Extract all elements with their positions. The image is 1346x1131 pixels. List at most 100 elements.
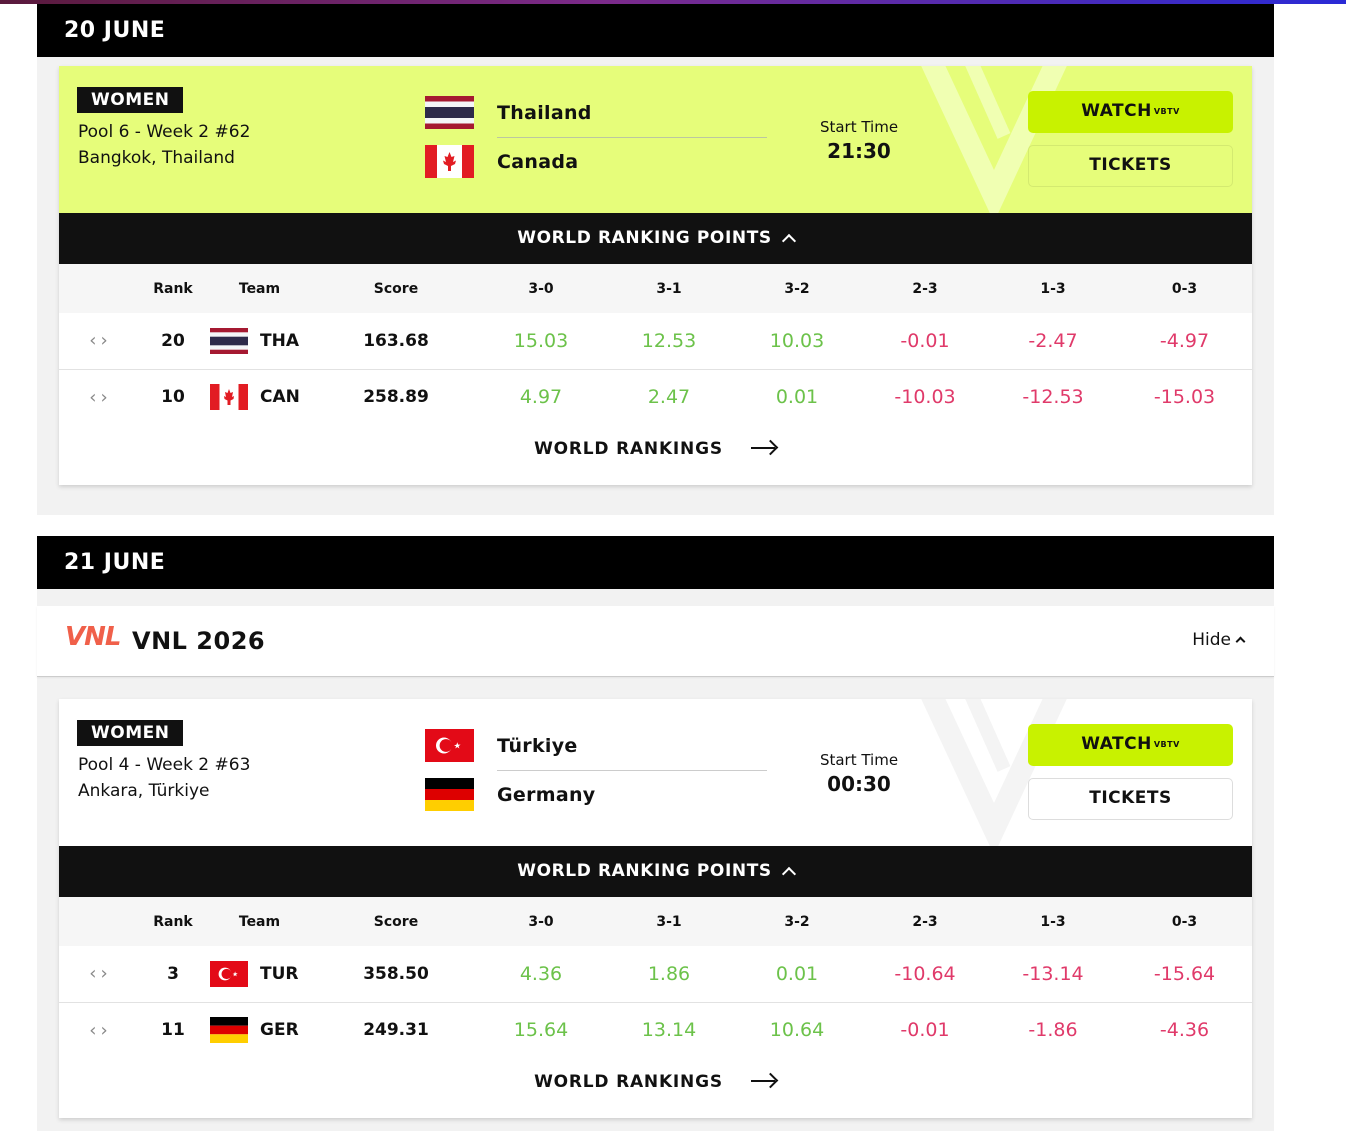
volleyball-watermark-icon bbox=[921, 66, 1067, 213]
ranking-points-toggle[interactable]: WORLD RANKING POINTS bbox=[59, 846, 1252, 897]
hide-label: Hide bbox=[1192, 630, 1231, 650]
col-1-3: 1-3 bbox=[989, 264, 1117, 313]
match-location: Ankara, Türkiye bbox=[78, 781, 210, 801]
points-0-3: -4.36 bbox=[1159, 1019, 1210, 1042]
points-1-3: -12.53 bbox=[1022, 386, 1084, 409]
vnl-logo-icon: VNL bbox=[65, 622, 121, 652]
arrow-right-icon bbox=[750, 1072, 779, 1089]
points-3-0: 15.03 bbox=[477, 313, 605, 370]
gender-badge: WOMEN bbox=[77, 720, 184, 746]
chevron-left-right-icon[interactable]: ‹› bbox=[59, 313, 142, 370]
points-3-1: 1.86 bbox=[605, 946, 733, 1003]
day-date: 21 JUNE bbox=[64, 550, 166, 575]
flag-thailand-icon bbox=[425, 96, 474, 129]
col-3-0: 3-0 bbox=[477, 897, 605, 946]
chevron-left-right-icon[interactable]: ‹› bbox=[59, 369, 142, 425]
team-cell: CAN bbox=[204, 369, 315, 425]
points-3-1: 13.14 bbox=[641, 1019, 697, 1042]
col-3-2: 3-2 bbox=[733, 264, 861, 313]
points-3-0: 15.64 bbox=[513, 1019, 569, 1042]
pool-info: Pool 4 - Week 2 #63 bbox=[78, 755, 251, 775]
competition-title: VNL 2026 bbox=[132, 627, 266, 655]
world-rankings-label: WORLD RANKINGS bbox=[534, 439, 723, 459]
team-rank: 10 bbox=[161, 387, 185, 408]
flag-canada-icon bbox=[425, 145, 474, 178]
world-rankings-label: WORLD RANKINGS bbox=[534, 1072, 723, 1092]
team-rank: 20 bbox=[142, 313, 204, 370]
watch-label: WATCH bbox=[1081, 734, 1152, 754]
match-card: WOMEN Pool 6 - Week 2 #62 Bangkok, Thail… bbox=[59, 66, 1252, 485]
flag-thailand-icon bbox=[210, 327, 248, 354]
tickets-button[interactable]: TICKETS bbox=[1028, 778, 1233, 820]
world-rankings-link[interactable]: WORLD RANKINGS bbox=[59, 1058, 1252, 1118]
world-rankings-link[interactable]: WORLD RANKINGS bbox=[59, 425, 1252, 485]
col-3-1: 3-1 bbox=[605, 264, 733, 313]
points-0-3: -15.03 bbox=[1153, 386, 1216, 409]
col-score: Score bbox=[315, 264, 477, 313]
tickets-button[interactable]: TICKETS bbox=[1028, 145, 1233, 187]
team-code: CAN bbox=[260, 387, 300, 408]
watch-label: WATCH bbox=[1081, 101, 1152, 121]
home-team-name[interactable]: Türkiye bbox=[497, 735, 578, 757]
col-2-3: 2-3 bbox=[861, 897, 989, 946]
ranking-points-toggle[interactable]: WORLD RANKING POINTS bbox=[59, 213, 1252, 264]
away-team-name[interactable]: Germany bbox=[497, 784, 595, 806]
team-divider bbox=[497, 770, 767, 771]
points-0-3: -4.97 bbox=[1117, 313, 1252, 370]
team-cell: THA bbox=[204, 313, 315, 370]
col-3-1: 3-1 bbox=[605, 897, 733, 946]
competition-header: VNL VNL 2026 Hide bbox=[37, 606, 1274, 677]
chevron-up-icon bbox=[1235, 636, 1246, 647]
col-3-0: 3-0 bbox=[477, 264, 605, 313]
start-time-value: 00:30 bbox=[827, 772, 891, 796]
watch-button[interactable]: WATCH VBTV bbox=[1028, 724, 1233, 766]
volleyball-watermark-icon bbox=[921, 699, 1067, 846]
col-2-3: 2-3 bbox=[861, 264, 989, 313]
match-summary: WOMEN Pool 6 - Week 2 #62 Bangkok, Thail… bbox=[59, 66, 1252, 213]
watch-button[interactable]: WATCH VBTV bbox=[1028, 91, 1233, 133]
points-3-2: 10.03 bbox=[733, 313, 861, 370]
day-header: 20 JUNE bbox=[37, 4, 1274, 57]
points-2-3: -10.03 bbox=[894, 386, 956, 409]
flag-canada-icon bbox=[210, 384, 248, 411]
ranking-points-table: Rank Team Score 3-0 3-1 3-2 2-3 1-3 0-3 … bbox=[59, 897, 1252, 1058]
pool-info: Pool 6 - Week 2 #62 bbox=[78, 122, 251, 142]
points-3-2: 0.01 bbox=[775, 386, 819, 409]
team-cell: GER bbox=[204, 1002, 315, 1058]
table-row: ‹› 10 CAN 258.89 4.97 2.47 0.01 -10.03 -… bbox=[59, 369, 1252, 425]
gender-badge: WOMEN bbox=[77, 87, 184, 113]
points-2-3: -10.64 bbox=[861, 946, 989, 1003]
team-code: THA bbox=[260, 330, 299, 351]
points-1-3: -2.47 bbox=[989, 313, 1117, 370]
col-0-3: 0-3 bbox=[1117, 264, 1252, 313]
vbtv-logo-icon: VBTV bbox=[1153, 739, 1180, 749]
table-header-row: Rank Team Score 3-0 3-1 3-2 2-3 1-3 0-3 bbox=[59, 897, 1252, 946]
col-team: Team bbox=[204, 897, 315, 946]
away-team-name[interactable]: Canada bbox=[497, 151, 578, 173]
points-2-3: -0.01 bbox=[900, 1019, 950, 1042]
table-row: ‹› 11 GER 249.31 15.64 13.14 10.64 -0.01… bbox=[59, 1002, 1252, 1058]
col-3-2: 3-2 bbox=[733, 897, 861, 946]
points-3-2: 0.01 bbox=[733, 946, 861, 1003]
day-header: 21 JUNE bbox=[37, 536, 1274, 589]
team-rank: 3 bbox=[142, 946, 204, 1003]
col-1-3: 1-3 bbox=[989, 897, 1117, 946]
chevron-left-right-icon[interactable]: ‹› bbox=[59, 946, 142, 1003]
table-header-row: Rank Team Score 3-0 3-1 3-2 2-3 1-3 0-3 bbox=[59, 264, 1252, 313]
team-code: GER bbox=[260, 1020, 299, 1041]
points-3-0: 4.36 bbox=[477, 946, 605, 1003]
home-team-name[interactable]: Thailand bbox=[497, 102, 592, 124]
team-rank: 11 bbox=[161, 1020, 185, 1041]
team-score: 249.31 bbox=[363, 1020, 429, 1041]
points-3-0: 4.97 bbox=[519, 386, 563, 409]
start-time-label: Start Time bbox=[819, 751, 899, 769]
ranking-points-table: Rank Team Score 3-0 3-1 3-2 2-3 1-3 0-3 … bbox=[59, 264, 1252, 425]
points-3-1: 2.47 bbox=[647, 386, 691, 409]
points-3-1: 12.53 bbox=[605, 313, 733, 370]
flag-germany-icon bbox=[210, 1017, 248, 1044]
hide-toggle[interactable]: Hide bbox=[1192, 630, 1246, 650]
match-summary: WOMEN Pool 4 - Week 2 #63 Ankara, Türkiy… bbox=[59, 699, 1252, 846]
col-score: Score bbox=[315, 897, 477, 946]
col-rank: Rank bbox=[142, 897, 204, 946]
chevron-left-right-icon[interactable]: ‹› bbox=[59, 1002, 142, 1058]
